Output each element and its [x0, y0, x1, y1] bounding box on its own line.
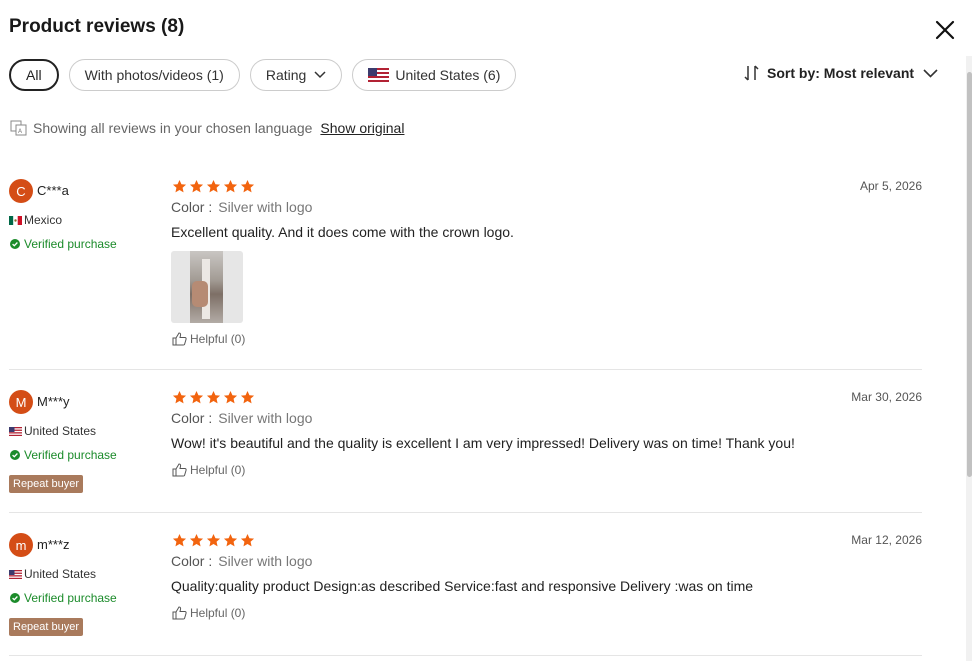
star-icon [189, 179, 204, 193]
verified-text: Verified purchase [24, 237, 117, 251]
variant-value: Silver with logo [218, 199, 313, 215]
review-text: Excellent quality. And it does come with… [171, 224, 514, 240]
translate-icon: A [10, 120, 27, 136]
variant-key: Color : [171, 199, 213, 215]
us-flag-icon [9, 426, 22, 436]
repeat-buyer-badge: Repeat buyer [9, 475, 84, 493]
avatar: M [9, 390, 33, 414]
filter-rating-dropdown[interactable]: Rating [249, 59, 343, 91]
review-item: m m***z United States Verified purchase … [9, 527, 922, 656]
thumbs-up-icon [172, 463, 187, 477]
helpful-label: Helpful (0) [190, 332, 246, 346]
star-icon [172, 179, 187, 193]
filter-country-label: United States (6) [395, 67, 501, 83]
thumbs-up-icon [172, 606, 187, 620]
variant-key: Color : [171, 553, 213, 569]
star-icon [189, 533, 204, 547]
verified-badge: Verified purchase [10, 237, 117, 251]
review-photo-thumbnail[interactable] [171, 251, 243, 323]
country-name: Mexico [24, 213, 63, 227]
verified-badge: Verified purchase [10, 448, 117, 462]
mexico-flag-icon [9, 215, 22, 225]
sort-label: Sort by: Most relevant [767, 65, 915, 81]
language-notice: A Showing all reviews in your chosen lan… [10, 120, 404, 136]
star-icon [223, 179, 238, 193]
country-name: United States [24, 424, 97, 438]
language-notice-text: Showing all reviews in your chosen langu… [33, 120, 313, 136]
review-variant: Color : Silver with logo [171, 410, 312, 426]
filter-country-button[interactable]: United States (6) [352, 59, 517, 91]
page-title: Product reviews (8) [9, 16, 185, 37]
star-icon [223, 533, 238, 547]
helpful-label: Helpful (0) [190, 463, 246, 477]
country-name: United States [24, 567, 97, 581]
star-icon [240, 390, 255, 404]
sort-dropdown[interactable]: Sort by: Most relevant [744, 64, 938, 82]
star-icon [172, 390, 187, 404]
filter-rating-label: Rating [265, 67, 307, 83]
verified-check-icon [10, 593, 20, 603]
star-rating [172, 179, 255, 194]
chevron-down-icon [923, 68, 938, 78]
star-icon [206, 179, 221, 193]
verified-badge: Verified purchase [10, 591, 117, 605]
filter-photos-button[interactable]: With photos/videos (1) [68, 59, 240, 91]
avatar: m [9, 533, 33, 557]
helpful-label: Helpful (0) [190, 606, 246, 620]
variant-key: Color : [171, 410, 213, 426]
star-icon [206, 533, 221, 547]
review-text: Wow! it's beautiful and the quality is e… [171, 435, 795, 451]
review-text: Quality:quality product Design:as descri… [171, 578, 754, 594]
review-date: Mar 12, 2026 [851, 533, 922, 547]
review-item: M M***y United States Verified purchase … [9, 384, 922, 513]
filter-all-label: All [26, 67, 42, 83]
star-icon [189, 390, 204, 404]
variant-value: Silver with logo [218, 553, 313, 569]
star-icon [240, 179, 255, 193]
reviewer-country: United States [9, 424, 96, 438]
reviewer-country: Mexico [9, 213, 62, 227]
repeat-buyer-badge: Repeat buyer [9, 618, 84, 636]
us-flag-icon [368, 68, 390, 82]
review-date: Apr 5, 2026 [859, 179, 922, 193]
review-date: Mar 30, 2026 [851, 390, 922, 404]
scrollbar-thumb[interactable] [967, 72, 972, 477]
avatar: C [9, 179, 33, 203]
verified-check-icon [10, 450, 20, 460]
star-rating [172, 390, 255, 405]
star-icon [172, 533, 187, 547]
sort-icon [744, 65, 759, 81]
star-rating [172, 533, 255, 548]
star-icon [223, 390, 238, 404]
reviewer-name: M***y [37, 394, 70, 409]
helpful-button[interactable]: Helpful (0) [172, 463, 245, 477]
helpful-button[interactable]: Helpful (0) [172, 606, 245, 620]
reviewer-name: C***a [37, 183, 69, 198]
filter-all-button[interactable]: All [9, 59, 59, 91]
close-icon[interactable] [932, 17, 958, 43]
variant-value: Silver with logo [218, 410, 313, 426]
reviewer-country: United States [9, 567, 96, 581]
star-icon [240, 533, 255, 547]
reviewer-name: m***z [37, 537, 70, 552]
filter-bar: All With photos/videos (1) Rating United… [9, 59, 517, 91]
thumbs-up-icon [172, 332, 187, 346]
show-original-link[interactable]: Show original [320, 120, 404, 136]
filter-photos-label: With photos/videos (1) [84, 67, 224, 83]
verified-text: Verified purchase [24, 448, 117, 462]
verified-text: Verified purchase [24, 591, 117, 605]
review-variant: Color : Silver with logo [171, 553, 312, 569]
us-flag-icon [9, 569, 22, 579]
review-variant: Color : Silver with logo [171, 199, 312, 215]
star-icon [206, 390, 221, 404]
helpful-button[interactable]: Helpful (0) [172, 332, 245, 346]
chevron-down-icon [314, 71, 326, 79]
review-item: C C***a Mexico Verified purchase Apr 5, … [9, 173, 922, 370]
verified-check-icon [10, 239, 20, 249]
